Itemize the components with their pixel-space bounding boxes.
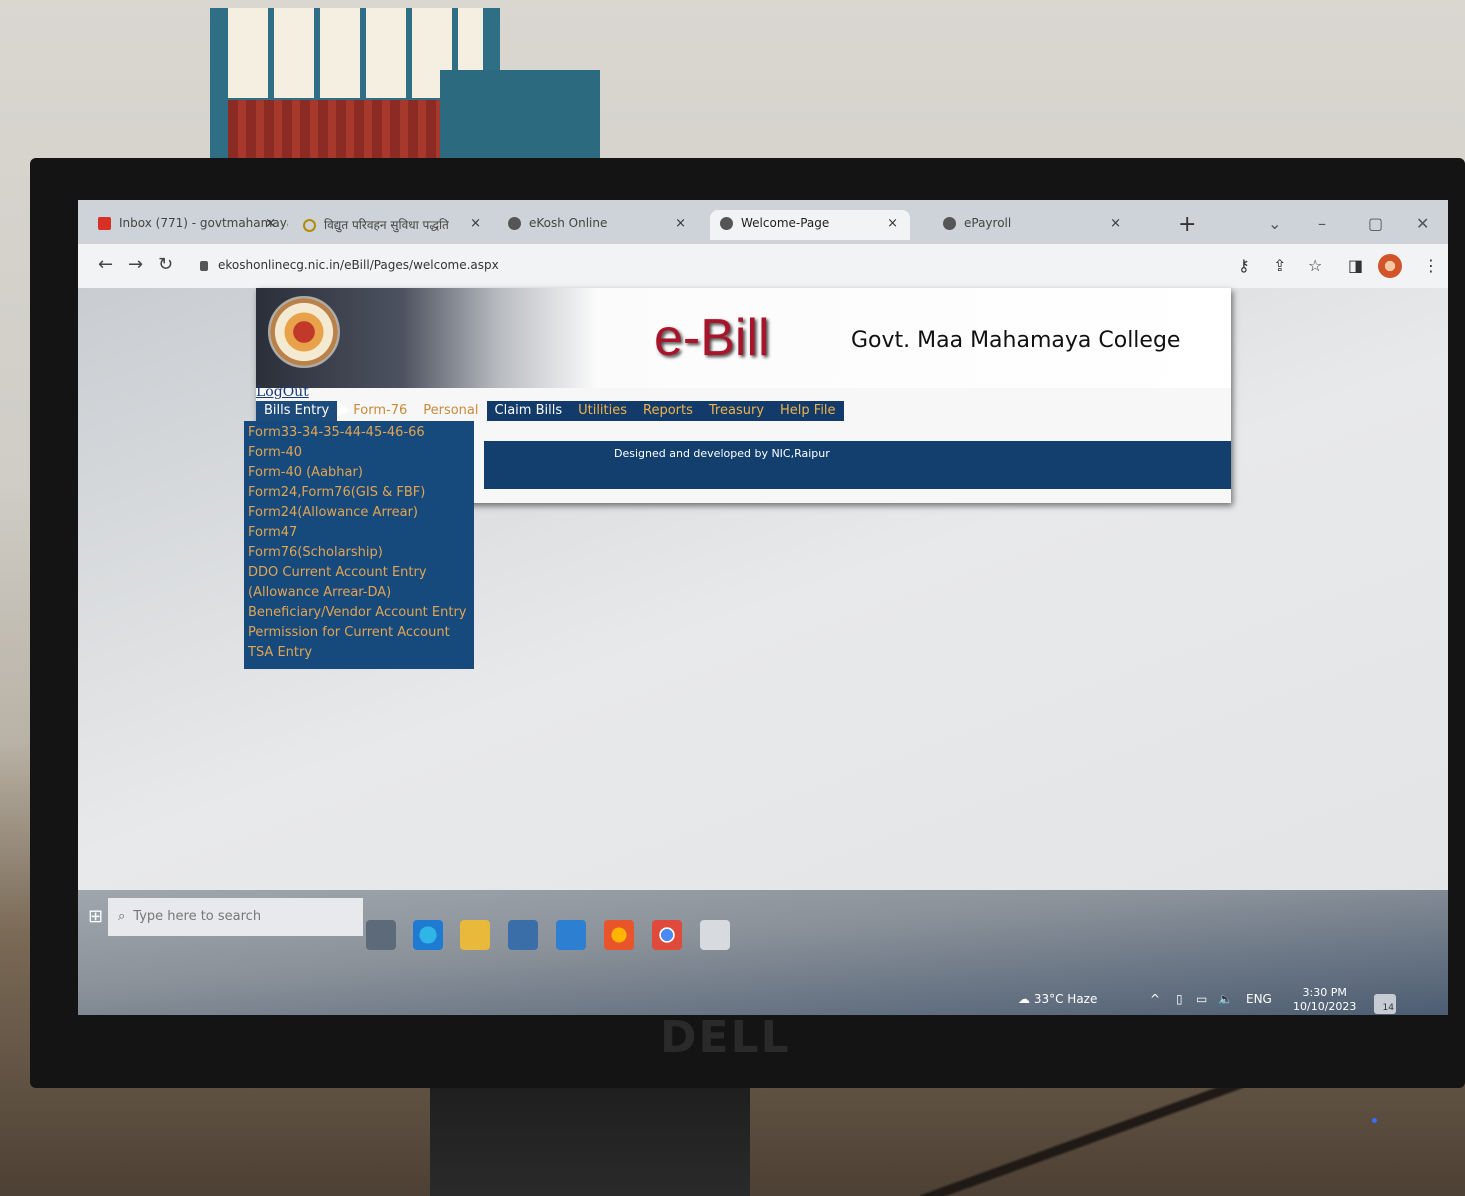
gmail-icon (98, 217, 111, 230)
menu-utilities[interactable]: Utilities (570, 401, 636, 421)
browser-tabstrip: Inbox (771) - govtmahamaya × विद्युत परि… (78, 200, 1448, 244)
notification-count: 14 (1382, 1003, 1394, 1013)
clock-time: 3:30 PM (1302, 986, 1347, 999)
profile-avatar[interactable] (1378, 254, 1402, 278)
tab-gmail[interactable]: Inbox (771) - govtmahamaya × (88, 210, 288, 240)
browser-toolbar: ← → ↻ ekoshonlinecg.nic.in/eBill/Pages/w… (78, 244, 1448, 288)
submenu-item[interactable]: Form24(Allowance Arrear) (248, 503, 470, 523)
info-icon (303, 219, 316, 232)
footer-band: Designed and developed by NIC,Raipur (484, 441, 1231, 489)
close-icon[interactable]: × (1110, 216, 1121, 231)
volume-icon[interactable]: 🔈 (1218, 992, 1233, 1006)
ebill-app: e-Bill Govt. Maa Mahamaya College LogOut… (244, 288, 1231, 669)
menu-treasury[interactable]: Treasury (700, 401, 773, 421)
power-led (1372, 1118, 1377, 1123)
url-text: ekoshonlinecg.nic.in/eBill/Pages/welcome… (218, 258, 499, 272)
lock-icon (200, 260, 208, 271)
language-indicator[interactable]: ENG (1246, 992, 1272, 1006)
app-window-icon[interactable] (700, 920, 730, 950)
submenu-item[interactable]: Form33-34-35-44-45-46-66 (248, 423, 470, 443)
tab-label: Welcome-Page (741, 216, 830, 230)
firefox-icon[interactable] (604, 920, 634, 950)
submenu-item[interactable]: (Allowance Arrear-DA) (248, 583, 470, 603)
tab-search-icon[interactable]: ⌄ (1268, 214, 1281, 233)
app-title: e-Bill (654, 309, 770, 367)
college-name: Govt. Maa Mahamaya College (851, 328, 1181, 353)
file-explorer-icon[interactable] (460, 920, 490, 950)
weather-widget[interactable]: ☁ 33°C Haze (1018, 992, 1097, 1006)
menu-personal[interactable]: Personal (415, 401, 486, 421)
windows-taskbar: ⊞ ⌕ Type here to search ☁ 33°C Haze ^ ▯ ▭… (78, 890, 1448, 1015)
close-icon[interactable]: × (265, 216, 276, 231)
side-panel-icon[interactable]: ◨ (1348, 256, 1363, 275)
battery-icon[interactable]: ▯ (1176, 992, 1183, 1006)
notification-icon[interactable]: 14 (1374, 994, 1396, 1014)
reload-icon[interactable]: ↻ (158, 254, 173, 275)
key-icon[interactable]: ⚷ (1238, 256, 1250, 275)
edge-icon[interactable] (413, 920, 443, 950)
search-icon: ⌕ (118, 909, 126, 924)
tab-label: ePayroll (964, 216, 1012, 230)
tab-label: विद्युत परिवहन सुविधा पद्धति (324, 218, 449, 232)
tab-label: Inbox (771) - govtmahamaya (119, 216, 288, 230)
close-icon[interactable]: × (470, 216, 481, 231)
tab-vidyut[interactable]: विद्युत परिवहन सुविधा पद्धति × (293, 210, 493, 240)
restore-icon[interactable]: ▢ (1368, 214, 1383, 233)
tab-ekosh[interactable]: eKosh Online × (498, 210, 698, 240)
submenu-item[interactable]: DDO Current Account Entry (248, 563, 470, 583)
screen: Inbox (771) - govtmahamaya × विद्युत परि… (78, 200, 1448, 1015)
close-icon[interactable]: × (675, 216, 686, 231)
close-icon[interactable]: × (887, 216, 898, 231)
weather-icon: ☁ (1018, 992, 1030, 1006)
network-icon[interactable]: ▭ (1196, 992, 1207, 1006)
page-viewport: e-Bill Govt. Maa Mahamaya College LogOut… (78, 288, 1448, 928)
globe-icon (720, 217, 733, 230)
share-icon[interactable]: ⇪ (1273, 256, 1286, 275)
globe-icon (508, 217, 521, 230)
state-emblem-icon (268, 296, 340, 368)
task-view-icon[interactable] (366, 920, 396, 950)
address-bar[interactable]: ekoshonlinecg.nic.in/eBill/Pages/welcome… (188, 250, 1288, 280)
menu-claim-bills[interactable]: Claim Bills (486, 401, 571, 421)
submenu-item[interactable]: Form24,Form76(GIS & FBF) (248, 483, 470, 503)
clock[interactable]: 3:30 PM 10/10/2023 (1293, 986, 1356, 1014)
submenu-item[interactable]: Form-40 (Aabhar) (248, 463, 470, 483)
tab-epayroll[interactable]: ePayroll × (933, 210, 1133, 240)
submenu-item[interactable]: Form76(Scholarship) (248, 543, 470, 563)
submenu-item[interactable]: Form47 (248, 523, 470, 543)
header-banner: e-Bill Govt. Maa Mahamaya College (256, 288, 1231, 388)
tab-welcome[interactable]: Welcome-Page × (710, 210, 910, 240)
bookmark-star-icon[interactable]: ☆ (1308, 256, 1322, 275)
chrome-icon[interactable] (652, 920, 682, 950)
windows-start-icon[interactable]: ⊞ (88, 906, 103, 927)
forward-icon[interactable]: → (128, 254, 143, 275)
new-tab-button[interactable]: + (1178, 212, 1196, 237)
submenu-item[interactable]: Form-40 (248, 443, 470, 463)
mail-icon[interactable] (556, 920, 586, 950)
menu-bills-entry[interactable]: Bills Entry (256, 401, 338, 421)
menu-kebab-icon[interactable]: ⋮ (1423, 256, 1439, 275)
weather-text: 33°C Haze (1033, 992, 1098, 1006)
credit-text: Designed and developed by NIC,Raipur (614, 447, 830, 460)
tab-label: eKosh Online (529, 216, 608, 230)
tray-expand-icon[interactable]: ^ (1150, 992, 1160, 1006)
taskbar-search[interactable]: ⌕ Type here to search (108, 898, 363, 936)
monitor-logo: DELL (660, 1012, 791, 1063)
clock-date: 10/10/2023 (1293, 1000, 1357, 1013)
room-door (440, 70, 600, 165)
back-icon[interactable]: ← (98, 254, 113, 275)
search-placeholder: Type here to search (133, 909, 262, 924)
submenu-item[interactable]: Permission for Current Account (248, 623, 470, 643)
submenu-item[interactable]: TSA Entry (248, 643, 470, 663)
minimize-icon[interactable]: – (1318, 214, 1326, 233)
logout-link[interactable]: LogOut (256, 384, 309, 400)
menu-help-file[interactable]: Help File (772, 401, 844, 421)
store-icon[interactable] (508, 920, 538, 950)
close-window-icon[interactable]: ✕ (1416, 214, 1429, 233)
globe-icon (943, 217, 956, 230)
menu-reports[interactable]: Reports (635, 401, 701, 421)
submenu-item[interactable]: Beneficiary/Vendor Account Entry (248, 603, 470, 623)
bills-entry-dropdown: Form33-34-35-44-45-46-66 Form-40 Form-40… (244, 421, 474, 669)
